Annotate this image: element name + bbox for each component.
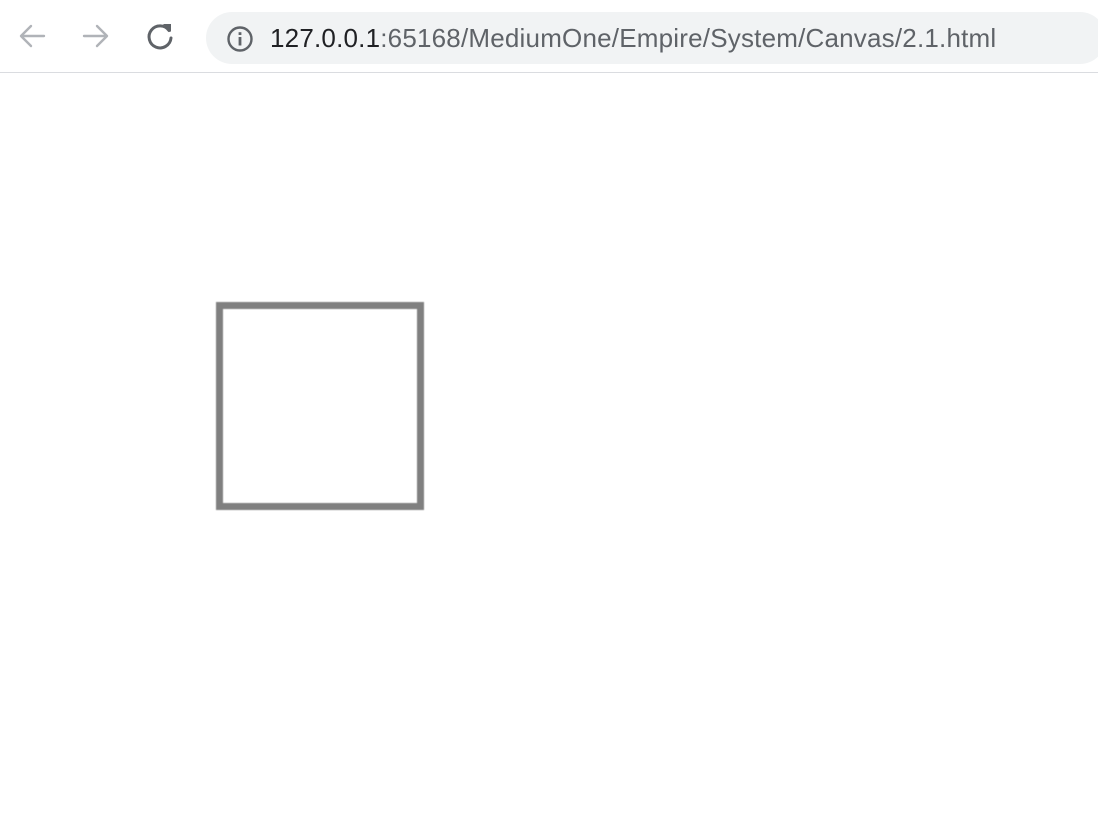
address-bar[interactable]: 127.0.0.1:65168/MediumOne/Empire/System/… [206,12,1098,64]
reload-icon [147,24,173,50]
canvas-stroked-rectangle [216,302,424,510]
back-button[interactable] [16,20,48,52]
arrow-right-icon [82,24,109,48]
info-icon[interactable] [226,25,254,53]
url-text[interactable]: 127.0.0.1:65168/MediumOne/Empire/System/… [270,23,996,53]
reload-button[interactable] [144,20,176,52]
browser-toolbar: 127.0.0.1:65168/MediumOne/Empire/System/… [0,0,1098,73]
page-content [0,74,1098,822]
arrow-left-icon [19,24,46,48]
url-host: 127.0.0.1 [270,23,381,53]
url-path: :65168/MediumOne/Empire/System/Canvas/2.… [380,23,997,53]
forward-button[interactable] [80,20,112,52]
